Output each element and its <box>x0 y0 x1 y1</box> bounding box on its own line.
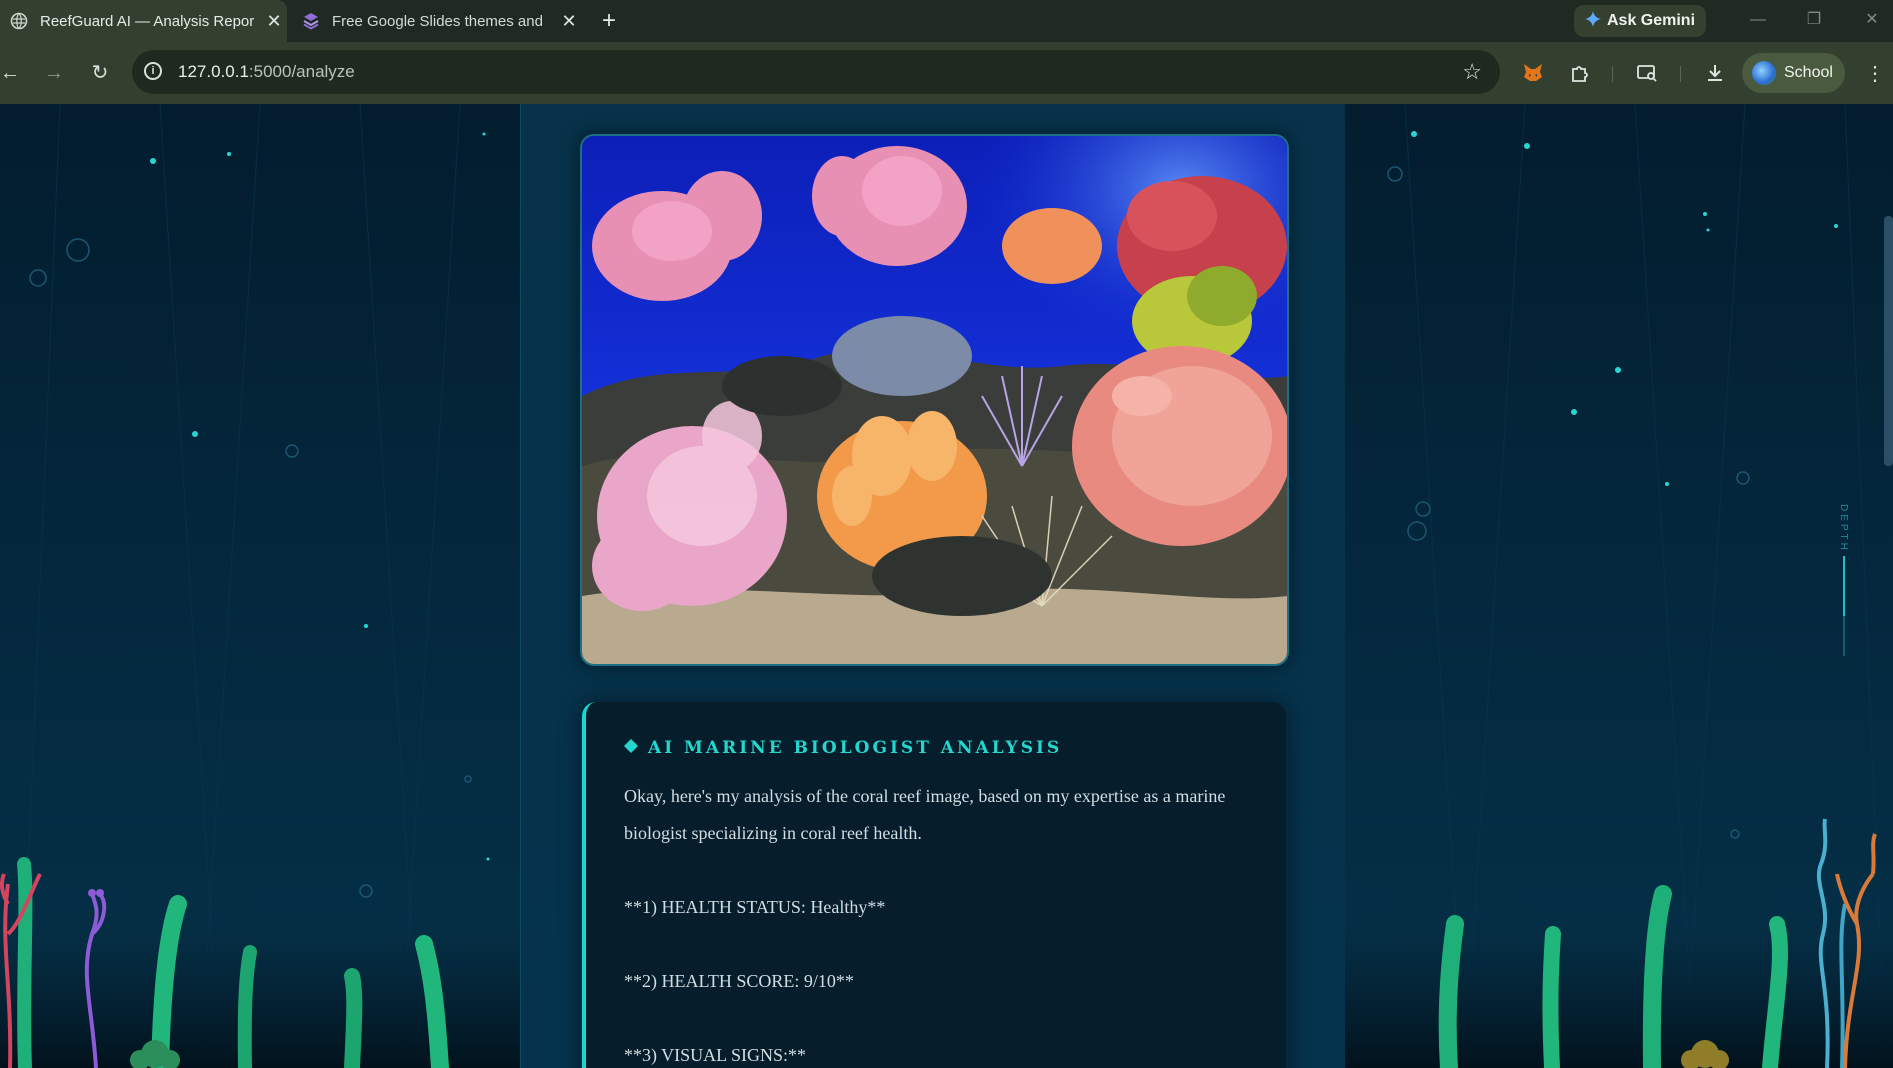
page-content: AI MARINE BIOLOGIST ANALYSIS Okay, here'… <box>0 104 1893 1068</box>
more-menu-icon[interactable]: ⋮ <box>1860 58 1890 88</box>
address-bar[interactable]: i 127.0.0.1:5000/analyze ☆ <box>132 50 1500 94</box>
extensions-puzzle-icon[interactable] <box>1565 58 1595 88</box>
slides-logo-icon <box>302 12 320 30</box>
reload-icon[interactable]: ↻ <box>86 59 114 87</box>
profile-button[interactable]: School <box>1742 53 1845 93</box>
gemini-label: Ask Gemini <box>1606 12 1696 29</box>
browser-toolbar: ← → ↻ i 127.0.0.1:5000/analyze ☆ School … <box>0 42 1893 104</box>
forward-icon[interactable]: → <box>40 59 68 87</box>
tab-reefguard[interactable]: ReefGuard AI — Analysis Repor ✕ <box>0 0 287 42</box>
new-tab-button[interactable]: + <box>596 8 622 34</box>
restore-icon[interactable]: ❐ <box>1794 6 1834 34</box>
analysis-title-text: AI MARINE BIOLOGIST ANALYSIS <box>648 738 1063 758</box>
right-ocean-panel <box>1345 104 1893 1068</box>
avatar <box>1752 61 1776 85</box>
cast-search-icon[interactable] <box>1632 58 1662 88</box>
toolbar-divider <box>1680 66 1681 82</box>
tab-title: ReefGuard AI — Analysis Repor <box>40 12 255 30</box>
minimize-icon[interactable]: — <box>1738 6 1778 34</box>
profile-label: School <box>1784 64 1833 81</box>
coral-reef-image <box>580 134 1289 666</box>
health-status-line: **1) HEALTH STATUS: Healthy** <box>624 897 886 917</box>
page-scrollbar[interactable] <box>1884 216 1893 466</box>
analysis-body: Okay, here's my analysis of the coral re… <box>624 778 1244 1068</box>
ask-gemini-button[interactable]: Ask Gemini <box>1574 5 1706 37</box>
right-ocean-decoration <box>1345 104 1893 1068</box>
diamond-icon <box>624 738 638 758</box>
globe-icon <box>10 12 28 30</box>
tab-strip: ReefGuard AI — Analysis Repor ✕ Free Goo… <box>0 0 1893 42</box>
url-text[interactable]: 127.0.0.1:5000/analyze <box>178 62 355 82</box>
tab-title: Free Google Slides themes and <box>332 12 543 30</box>
depth-label: DEPTH <box>1838 504 1849 553</box>
left-ocean-panel <box>0 104 520 1068</box>
depth-fill <box>1843 556 1845 616</box>
depth-gauge: DEPTH <box>1838 504 1850 674</box>
analysis-paragraph: Okay, here's my analysis of the coral re… <box>624 786 1226 843</box>
site-info-icon[interactable]: i <box>144 62 162 80</box>
health-score-line: **2) HEALTH SCORE: 9/10** <box>624 971 854 991</box>
analysis-title: AI MARINE BIOLOGIST ANALYSIS <box>624 738 1062 758</box>
analysis-card: AI MARINE BIOLOGIST ANALYSIS Okay, here'… <box>582 702 1286 1068</box>
coral-reef-illustration <box>582 136 1287 664</box>
back-icon[interactable]: ← <box>0 59 24 87</box>
close-tab-icon[interactable]: ✕ <box>556 11 582 32</box>
download-icon[interactable] <box>1700 58 1730 88</box>
metamask-fox-icon[interactable] <box>1518 58 1548 88</box>
close-window-icon[interactable]: ✕ <box>1852 6 1892 34</box>
tab-slides[interactable]: Free Google Slides themes and ✕ <box>292 0 582 42</box>
gemini-sparkle-icon <box>1584 10 1601 32</box>
left-ocean-decoration <box>0 104 520 1068</box>
toolbar-divider <box>1612 66 1613 82</box>
bookmark-star-icon[interactable]: ☆ <box>1462 59 1482 85</box>
close-tab-icon[interactable]: ✕ <box>261 11 287 32</box>
visual-signs-line: **3) VISUAL SIGNS:** <box>624 1045 807 1065</box>
